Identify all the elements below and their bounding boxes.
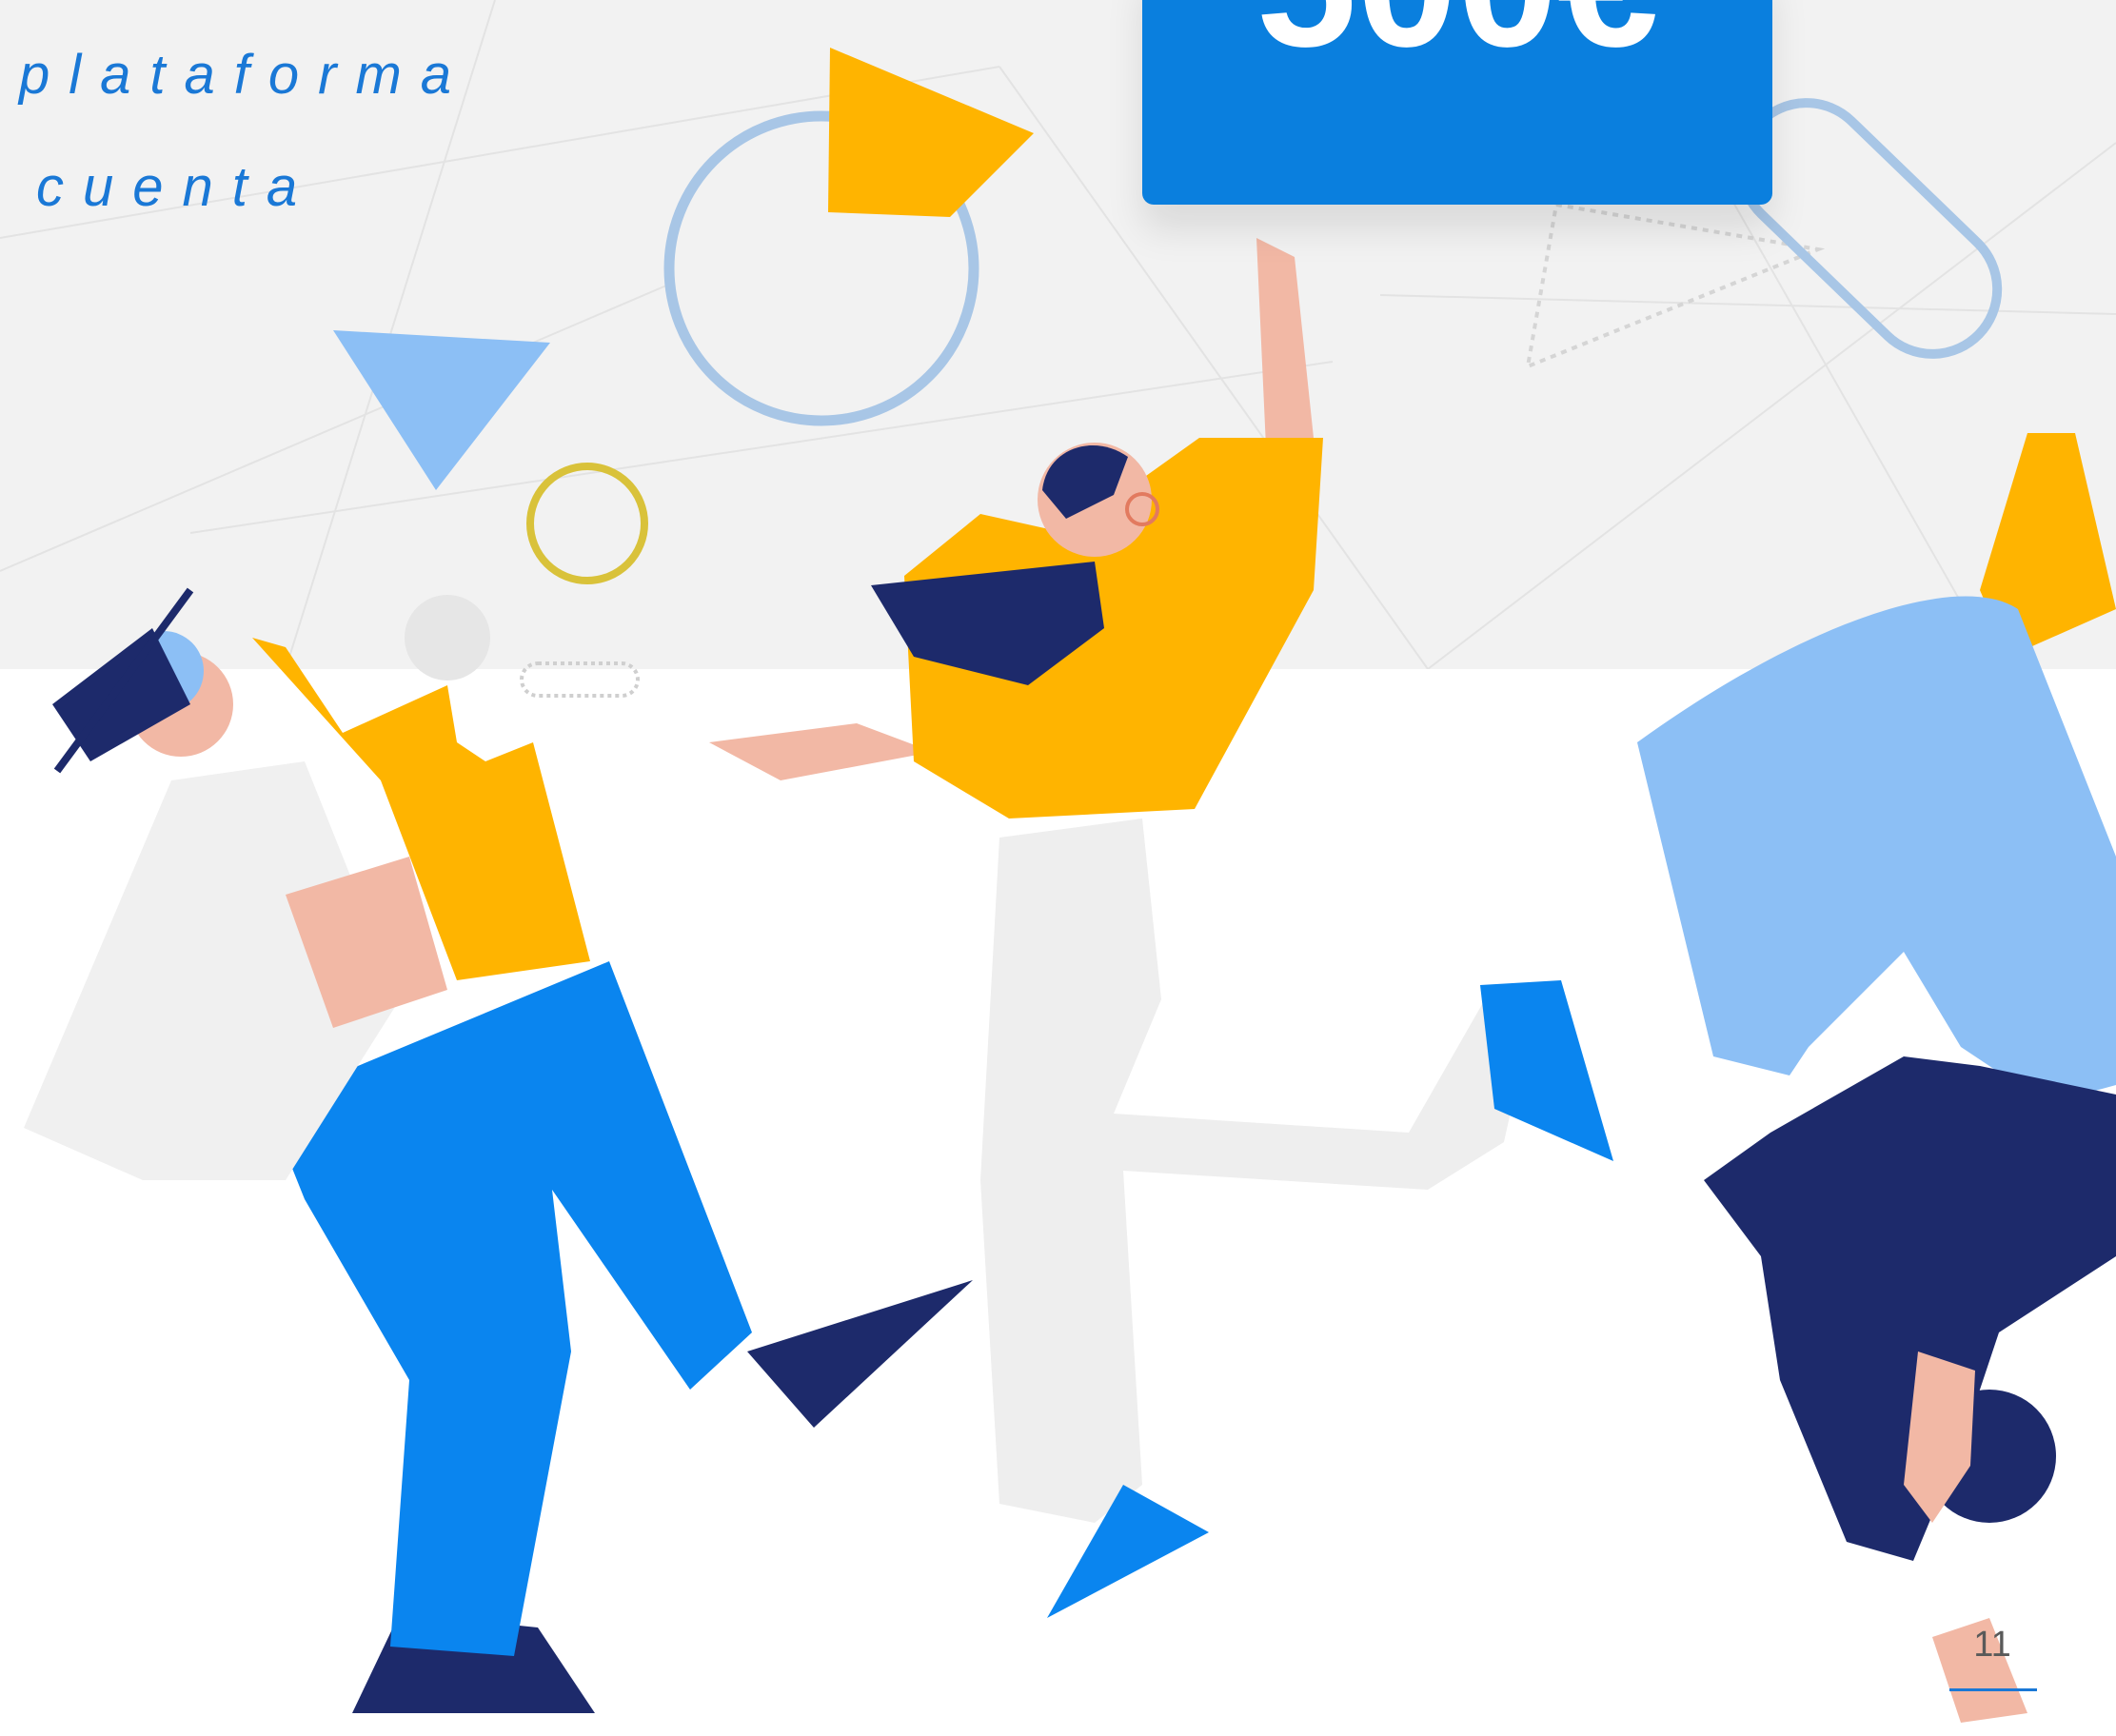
small-yellow-ring-shape [526, 463, 648, 584]
gray-dot-shape [405, 595, 490, 681]
dancers-illustration [24, 48, 2116, 1723]
price-amount: 500€ [1142, 0, 1772, 74]
handstand-dancer-figure [1637, 433, 2116, 1723]
dotted-capsule-shape [520, 661, 640, 698]
page-number-underline [1949, 1688, 2037, 1691]
jumping-woman-figure [709, 238, 1613, 1618]
slide-text-line-1: plataforma [19, 44, 471, 106]
blue-triangle-shape [333, 330, 550, 490]
slide-text-line-2: cuenta [36, 156, 317, 218]
price-card: 500€ [1142, 0, 1772, 205]
page-number: 11 [1973, 1625, 2011, 1665]
yellow-square-shape [828, 48, 1034, 217]
